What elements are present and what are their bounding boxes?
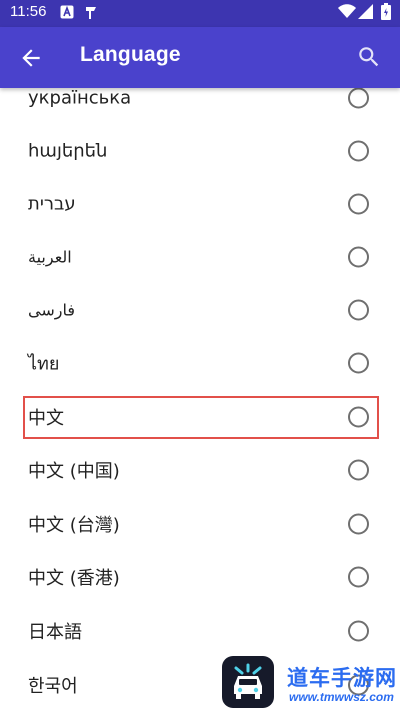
a-notification-icon xyxy=(60,5,74,19)
language-label: 中文 (台灣) xyxy=(28,515,120,536)
status-time: 11:56 xyxy=(10,3,47,20)
language-item-persian[interactable]: فارسی xyxy=(0,284,400,336)
language-label: ไทย xyxy=(28,353,60,375)
language-item-chinese[interactable]: 中文 xyxy=(0,391,400,443)
radio-button[interactable] xyxy=(348,87,369,109)
radio-button[interactable] xyxy=(348,246,369,268)
language-label: 한국어 xyxy=(28,676,78,697)
app-bar: Language xyxy=(0,27,400,88)
language-label: 日本語 xyxy=(28,622,82,643)
watermark-url: www.tmwwsz.com xyxy=(289,690,394,704)
radio-button[interactable] xyxy=(348,193,369,215)
page-title: Language xyxy=(80,43,181,66)
radio-button[interactable] xyxy=(348,140,369,162)
radio-button[interactable] xyxy=(348,299,369,321)
language-label: 中文 xyxy=(28,408,64,429)
status-bar: 11:56 xyxy=(0,0,400,27)
language-label: עברית xyxy=(28,193,76,215)
language-item-hebrew[interactable]: עברית xyxy=(0,178,400,230)
language-item-chinese-hongkong[interactable]: 中文 (香港) xyxy=(0,551,400,603)
language-item-chinese-china[interactable]: 中文 (中国) xyxy=(0,444,400,496)
language-item-japanese[interactable]: 日本語 xyxy=(0,605,400,657)
pin-notification-icon xyxy=(86,7,96,19)
watermark-logo xyxy=(222,656,274,708)
language-label: українська xyxy=(28,87,132,109)
battery-icon xyxy=(381,3,391,20)
language-label: 中文 (香港) xyxy=(28,568,120,589)
language-label: فارسی xyxy=(28,300,75,320)
arrow-left-icon[interactable] xyxy=(18,45,44,71)
radio-button[interactable] xyxy=(348,459,369,481)
language-item-chinese-taiwan[interactable]: 中文 (台灣) xyxy=(0,498,400,550)
language-item-arabic[interactable]: العربية xyxy=(0,231,400,283)
watermark-text: 道车手游网 xyxy=(287,666,397,690)
language-item-thai[interactable]: ไทย xyxy=(0,337,400,389)
language-label: العربية xyxy=(28,247,72,267)
radio-button[interactable] xyxy=(348,406,369,428)
wifi-icon xyxy=(338,4,356,18)
language-label: 中文 (中国) xyxy=(28,461,120,482)
radio-button[interactable] xyxy=(348,352,369,374)
language-label: հայերեն xyxy=(28,140,108,162)
radio-button[interactable] xyxy=(348,566,369,588)
language-item-armenian[interactable]: հայերեն xyxy=(0,125,400,177)
language-list: українська հայերեն עברית العربية فارسی ไ… xyxy=(0,0,400,712)
search-icon[interactable] xyxy=(356,44,382,70)
signal-icon xyxy=(358,4,373,19)
radio-button[interactable] xyxy=(348,620,369,642)
radio-button[interactable] xyxy=(348,513,369,535)
